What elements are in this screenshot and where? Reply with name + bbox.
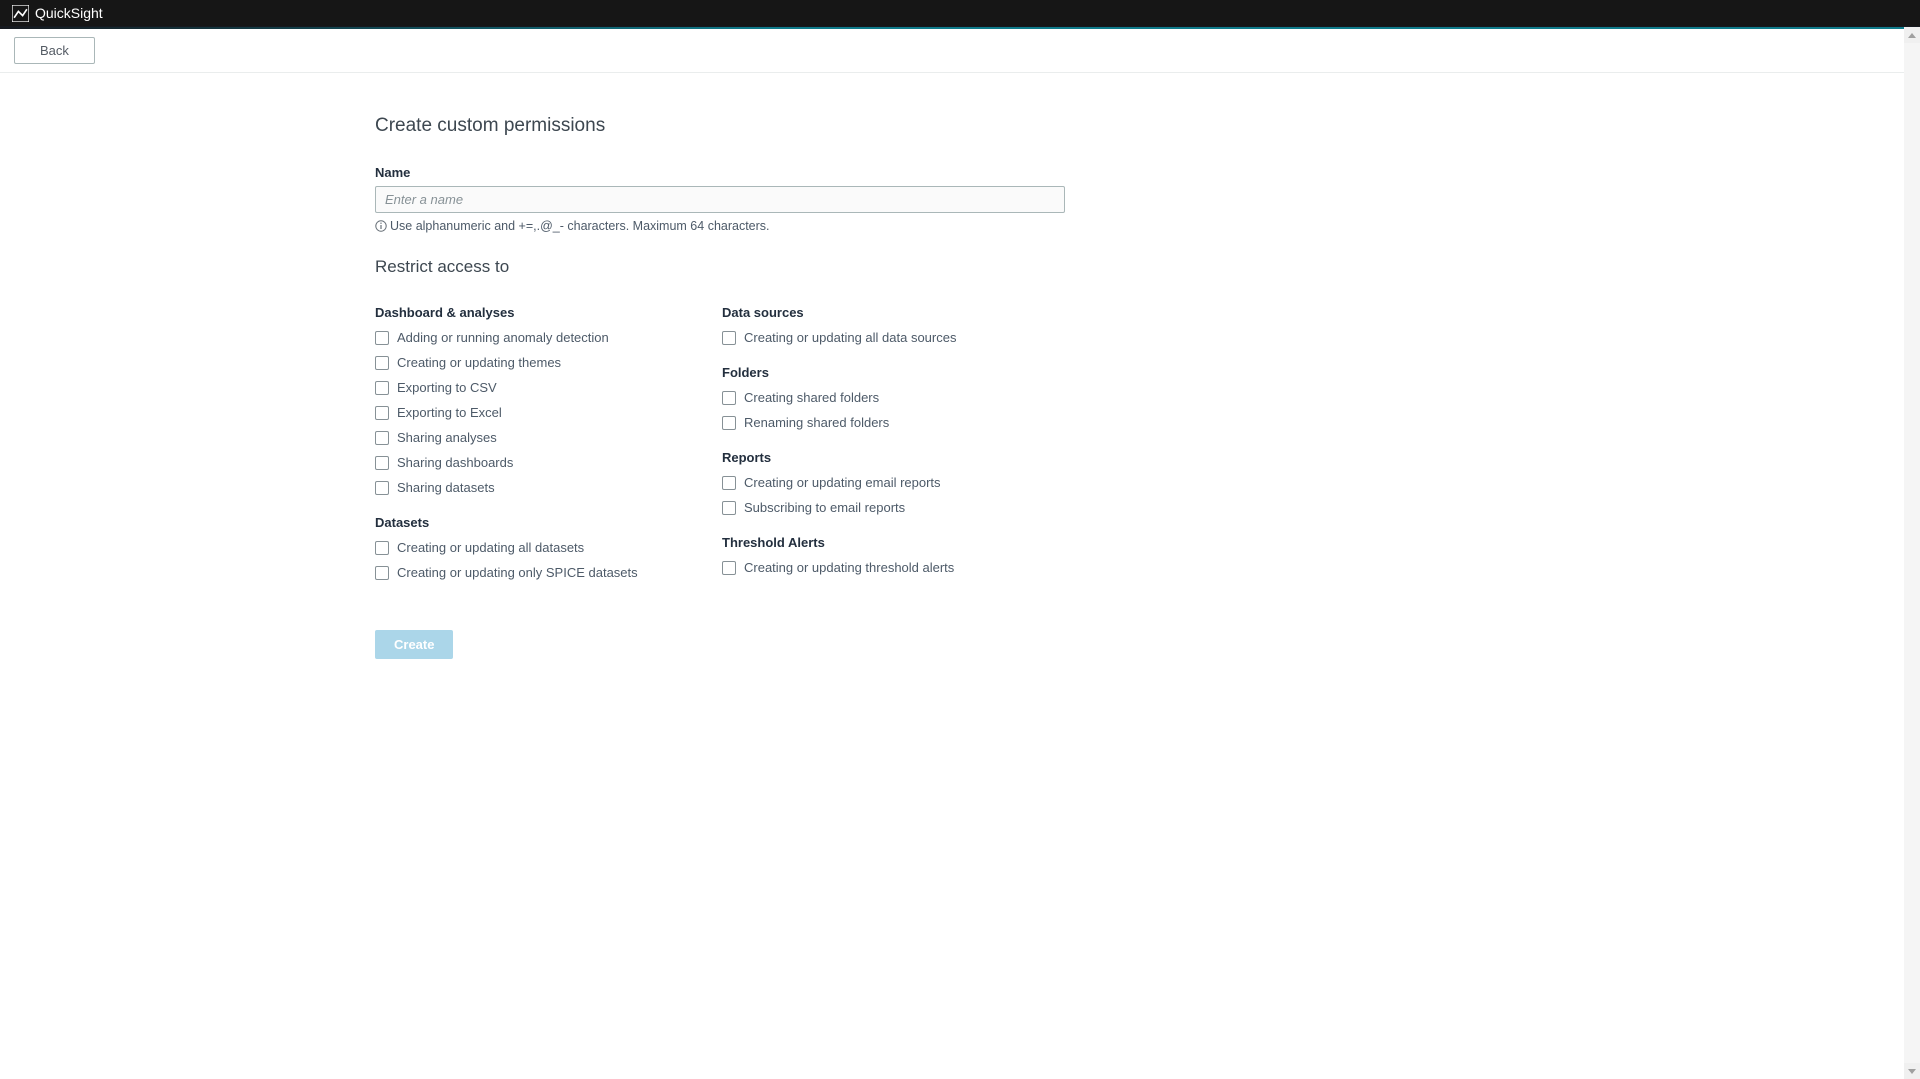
chk-input[interactable] [375, 541, 389, 555]
chk-input[interactable] [722, 501, 736, 515]
chk-label: Exporting to Excel [397, 405, 502, 420]
chk-label: Creating or updating all data sources [744, 330, 956, 345]
chk-sharing-dashboards[interactable]: Sharing dashboards [375, 455, 722, 470]
permissions-columns: Dashboard & analyses Adding or running a… [375, 305, 1065, 600]
product-logo[interactable]: QuickSight [12, 5, 103, 22]
create-button[interactable]: Create [375, 630, 453, 659]
name-help-text: Use alphanumeric and +=,.@_- characters.… [375, 219, 1065, 233]
chk-input[interactable] [375, 481, 389, 495]
chk-sharing-datasets[interactable]: Sharing datasets [375, 480, 722, 495]
chk-label: Creating or updating email reports [744, 475, 941, 490]
left-column: Dashboard & analyses Adding or running a… [375, 305, 722, 600]
name-label: Name [375, 165, 1065, 180]
chk-anomaly-detection[interactable]: Adding or running anomaly detection [375, 330, 722, 345]
chk-input[interactable] [375, 381, 389, 395]
chk-input[interactable] [375, 456, 389, 470]
chk-all-data-sources[interactable]: Creating or updating all data sources [722, 330, 1065, 345]
group-data-sources: Data sources Creating or updating all da… [722, 305, 1065, 345]
chevron-down-icon [1908, 1069, 1916, 1074]
sub-bar: Back [0, 29, 1920, 73]
chk-label: Creating shared folders [744, 390, 879, 405]
chk-input[interactable] [722, 416, 736, 430]
group-title-reports: Reports [722, 450, 1065, 465]
top-bar: QuickSight [0, 0, 1920, 27]
group-threshold-alerts: Threshold Alerts Creating or updating th… [722, 535, 1065, 575]
chk-email-reports[interactable]: Creating or updating email reports [722, 475, 1065, 490]
chk-label: Creating or updating themes [397, 355, 561, 370]
group-title-threshold-alerts: Threshold Alerts [722, 535, 1065, 550]
chk-label: Sharing analyses [397, 430, 497, 445]
chk-input[interactable] [722, 476, 736, 490]
chk-input[interactable] [375, 566, 389, 580]
chk-all-datasets[interactable]: Creating or updating all datasets [375, 540, 722, 555]
group-title-dashboard: Dashboard & analyses [375, 305, 722, 320]
info-icon [375, 220, 387, 232]
name-input[interactable] [375, 186, 1065, 213]
chk-threshold-alerts[interactable]: Creating or updating threshold alerts [722, 560, 1065, 575]
chk-label: Creating or updating threshold alerts [744, 560, 954, 575]
chk-input[interactable] [375, 356, 389, 370]
restrict-heading: Restrict access to [375, 257, 1065, 277]
quicksight-icon [12, 5, 29, 22]
chk-label: Sharing dashboards [397, 455, 513, 470]
group-folders: Folders Creating shared folders Renaming… [722, 365, 1065, 430]
chk-creating-shared-folders[interactable]: Creating shared folders [722, 390, 1065, 405]
scroll-down-button[interactable] [1904, 1063, 1920, 1079]
scroll-up-button[interactable] [1904, 27, 1920, 43]
group-reports: Reports Creating or updating email repor… [722, 450, 1065, 515]
chk-input[interactable] [722, 391, 736, 405]
back-button[interactable]: Back [14, 37, 95, 64]
group-title-data-sources: Data sources [722, 305, 1065, 320]
chk-spice-datasets[interactable]: Creating or updating only SPICE datasets [375, 565, 722, 580]
name-help-message: Use alphanumeric and +=,.@_- characters.… [390, 219, 770, 233]
right-column: Data sources Creating or updating all da… [722, 305, 1065, 600]
chk-input[interactable] [375, 331, 389, 345]
group-dashboard-analyses: Dashboard & analyses Adding or running a… [375, 305, 722, 495]
content-area: Create custom permissions Name Use alpha… [375, 115, 1065, 699]
chk-input[interactable] [722, 561, 736, 575]
chk-sharing-analyses[interactable]: Sharing analyses [375, 430, 722, 445]
chk-label: Exporting to CSV [397, 380, 497, 395]
group-datasets: Datasets Creating or updating all datase… [375, 515, 722, 580]
chk-label: Creating or updating only SPICE datasets [397, 565, 638, 580]
chk-label: Renaming shared folders [744, 415, 889, 430]
group-title-folders: Folders [722, 365, 1065, 380]
page-title: Create custom permissions [375, 115, 1065, 137]
chk-input[interactable] [375, 406, 389, 420]
chevron-up-icon [1908, 33, 1916, 38]
chk-label: Adding or running anomaly detection [397, 330, 609, 345]
chk-input[interactable] [722, 331, 736, 345]
chk-renaming-shared-folders[interactable]: Renaming shared folders [722, 415, 1065, 430]
chk-input[interactable] [375, 431, 389, 445]
group-title-datasets: Datasets [375, 515, 722, 530]
chk-label: Sharing datasets [397, 480, 495, 495]
chk-subscribing-reports[interactable]: Subscribing to email reports [722, 500, 1065, 515]
chk-label: Creating or updating all datasets [397, 540, 584, 555]
chk-themes[interactable]: Creating or updating themes [375, 355, 722, 370]
chk-export-csv[interactable]: Exporting to CSV [375, 380, 722, 395]
product-name: QuickSight [35, 5, 103, 21]
chk-export-excel[interactable]: Exporting to Excel [375, 405, 722, 420]
chk-label: Subscribing to email reports [744, 500, 905, 515]
scrollbar[interactable] [1904, 27, 1920, 1079]
